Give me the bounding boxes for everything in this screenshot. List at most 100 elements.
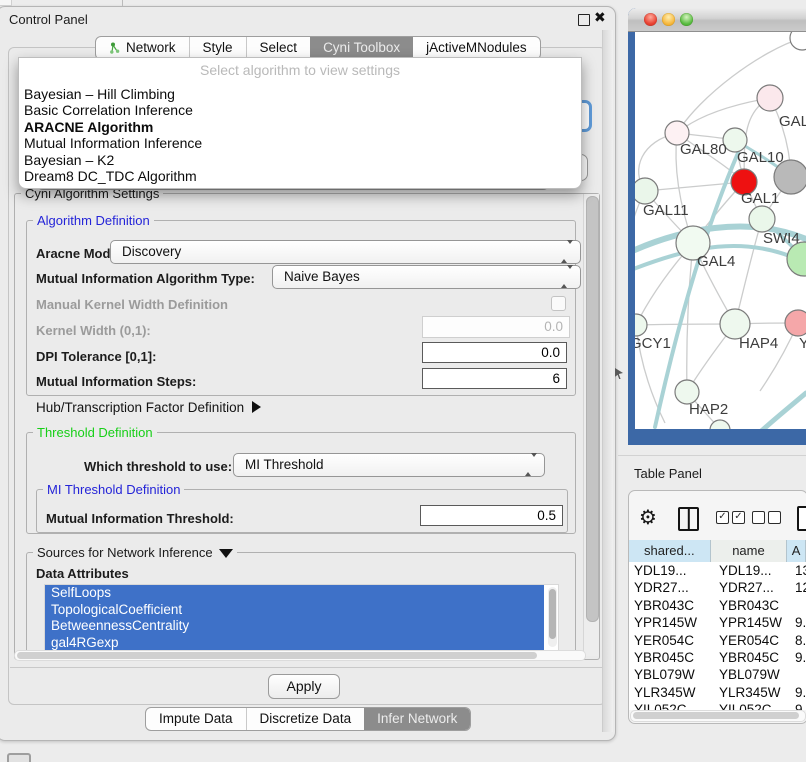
- float-panel-icon[interactable]: [578, 14, 590, 26]
- data-attribute-item[interactable]: TopologicalCoefficient: [45, 602, 544, 619]
- tab-cyni-toolbox[interactable]: Cyni Toolbox: [310, 37, 413, 59]
- tab-label: Select: [260, 37, 298, 59]
- table-row[interactable]: YPR145WYPR145W9.: [629, 614, 806, 631]
- aracne-mode-combobox[interactable]: Discovery: [110, 240, 581, 264]
- node-label: SWI4: [763, 230, 800, 247]
- dropdown-item[interactable]: Dream8 DC_TDC Algorithm: [19, 168, 581, 184]
- network-edge[interactable]: [645, 182, 744, 191]
- apply-button[interactable]: Apply: [268, 674, 340, 699]
- tab-network[interactable]: Network: [96, 37, 189, 59]
- tab-infer-network[interactable]: Infer Network: [364, 708, 470, 730]
- table-cell: YIL052C: [629, 701, 711, 710]
- checked-checkbox-icon[interactable]: ✓: [732, 511, 745, 524]
- tab-discretize-data[interactable]: Discretize Data: [246, 708, 365, 730]
- data-attributes-list[interactable]: SelfLoopsTopologicalCoefficientBetweenne…: [44, 584, 559, 654]
- table-row[interactable]: YDR27...YDR27...12: [629, 579, 806, 596]
- table-row[interactable]: YBR045CYBR045C9.: [629, 649, 806, 666]
- network-edge[interactable]: [687, 243, 693, 392]
- table-row[interactable]: YER054CYER054C8.: [629, 632, 806, 649]
- dpi-tolerance-label: DPI Tolerance [0,1]:: [36, 349, 156, 364]
- node-label: GAL1: [741, 190, 779, 207]
- which-threshold-combobox[interactable]: MI Threshold: [233, 453, 545, 477]
- node-top-partial[interactable]: [790, 32, 806, 50]
- minimized-panel-icon[interactable]: [7, 753, 31, 762]
- data-attribute-item[interactable]: BetweennessCentrality: [45, 618, 544, 635]
- close-window-icon[interactable]: [644, 13, 657, 26]
- panel-edge-strip: [602, 30, 613, 732]
- which-threshold-value: MI Threshold: [245, 457, 324, 472]
- dpi-tolerance-field[interactable]: 0.0: [422, 342, 567, 363]
- manual-kernel-width-checkbox[interactable]: [551, 296, 566, 311]
- network-view-window[interactable]: GALGAL80GAL10GAL1GAL11SWI4GAL4GCY1HAP4YH…: [628, 8, 806, 445]
- top-artifact-line: [122, 0, 123, 6]
- gear-icon[interactable]: ⚙: [639, 505, 657, 530]
- table-cell: 9.: [788, 701, 806, 710]
- node-gcy1[interactable]: [635, 314, 647, 336]
- tab-style[interactable]: Style: [189, 37, 246, 59]
- mi-threshold-field[interactable]: 0.5: [420, 505, 563, 526]
- mi-steps-label: Mutual Information Steps:: [36, 374, 196, 389]
- minimize-window-icon[interactable]: [662, 13, 675, 26]
- algorithm-definition-title: Algorithm Definition: [33, 213, 154, 228]
- network-canvas[interactable]: GALGAL80GAL10GAL1GAL11SWI4GAL4GCY1HAP4YH…: [635, 32, 806, 429]
- table-cell: [788, 666, 806, 683]
- table-row[interactable]: YIL052CYIL052C9.: [629, 701, 806, 710]
- hub-definition-toggle[interactable]: Hub/Transcription Factor Definition: [36, 400, 261, 415]
- close-panel-icon[interactable]: ✖: [594, 9, 606, 26]
- node-green-right[interactable]: [787, 242, 806, 276]
- tab-jactivemnodules[interactable]: jActiveMNodules: [413, 37, 540, 59]
- mi-algorithm-type-combobox[interactable]: Naive Bayes: [272, 265, 581, 289]
- node-gal1[interactable]: [749, 206, 775, 232]
- table-cell: YBL079W: [629, 666, 711, 683]
- node-salmon[interactable]: [785, 310, 806, 336]
- network-edge[interactable]: [677, 98, 770, 133]
- dropdown-item[interactable]: Bayesian – K2: [19, 152, 581, 168]
- table-hscrollbar[interactable]: [630, 710, 806, 722]
- unchecked-checkbox-icon[interactable]: [752, 511, 765, 524]
- table-cell: YDL19...: [711, 562, 788, 579]
- dropdown-item[interactable]: ARACNE Algorithm: [19, 119, 581, 135]
- node-gal11[interactable]: [635, 178, 658, 204]
- table-cell: YIL052C: [711, 701, 788, 710]
- node-label: HAP4: [739, 335, 778, 352]
- network-window-titlebar[interactable]: [628, 8, 806, 32]
- dropdown-item[interactable]: Basic Correlation Inference: [19, 102, 581, 118]
- column-header[interactable]: name: [711, 540, 788, 562]
- node-label: GAL10: [737, 149, 784, 166]
- tab-impute-data[interactable]: Impute Data: [146, 708, 246, 730]
- kernel-width-field[interactable]: 0.0: [422, 316, 570, 338]
- split-columns-icon[interactable]: [678, 507, 699, 531]
- file-icon-partial[interactable]: [797, 506, 806, 531]
- tab-select[interactable]: Select: [246, 37, 311, 59]
- checked-checkbox-icon[interactable]: ✓: [716, 511, 729, 524]
- kernel-width-label: Kernel Width (0,1):: [36, 323, 151, 338]
- algorithm-dropdown-popup: Select algorithm to view settings Bayesi…: [18, 57, 582, 189]
- settings-hscrollbar[interactable]: [14, 650, 586, 661]
- table-cell: YPR145W: [629, 614, 711, 631]
- network-edge-highlighted[interactable]: [744, 393, 806, 429]
- data-attribute-item[interactable]: SelfLoops: [45, 585, 544, 602]
- tab-label: Impute Data: [159, 708, 233, 730]
- table-row[interactable]: YLR345WYLR345W9.: [629, 684, 806, 701]
- network-edge[interactable]: [735, 219, 762, 324]
- settings-scrollbar-thumb[interactable]: [586, 196, 599, 622]
- dropdown-item[interactable]: Mutual Information Inference: [19, 135, 581, 151]
- mi-threshold-label: Mutual Information Threshold:: [46, 511, 234, 526]
- table-cell: 9.: [788, 614, 806, 631]
- table-row[interactable]: YDL19...YDL19...13: [629, 562, 806, 579]
- table-row[interactable]: YBL079WYBL079W: [629, 666, 806, 683]
- table-cell: YDR27...: [629, 579, 711, 596]
- table-hscrollbar-thumb[interactable]: [633, 712, 799, 719]
- column-header[interactable]: A: [787, 540, 806, 562]
- settings-hscrollbar-thumb[interactable]: [17, 652, 537, 659]
- column-header[interactable]: shared...: [629, 540, 711, 562]
- dropdown-item[interactable]: Bayesian – Hill Climbing: [19, 86, 581, 102]
- list-scrollbar[interactable]: [548, 587, 557, 647]
- unchecked-checkbox-icon[interactable]: [768, 511, 781, 524]
- table-row[interactable]: YBR043CYBR043C: [629, 597, 806, 614]
- window-corner-artifact: [0, 0, 12, 6]
- mi-steps-field[interactable]: 6: [422, 368, 567, 389]
- node-gal-partial[interactable]: [757, 85, 783, 111]
- sources-group-title[interactable]: Sources for Network Inference: [33, 545, 237, 560]
- zoom-window-icon[interactable]: [680, 13, 693, 26]
